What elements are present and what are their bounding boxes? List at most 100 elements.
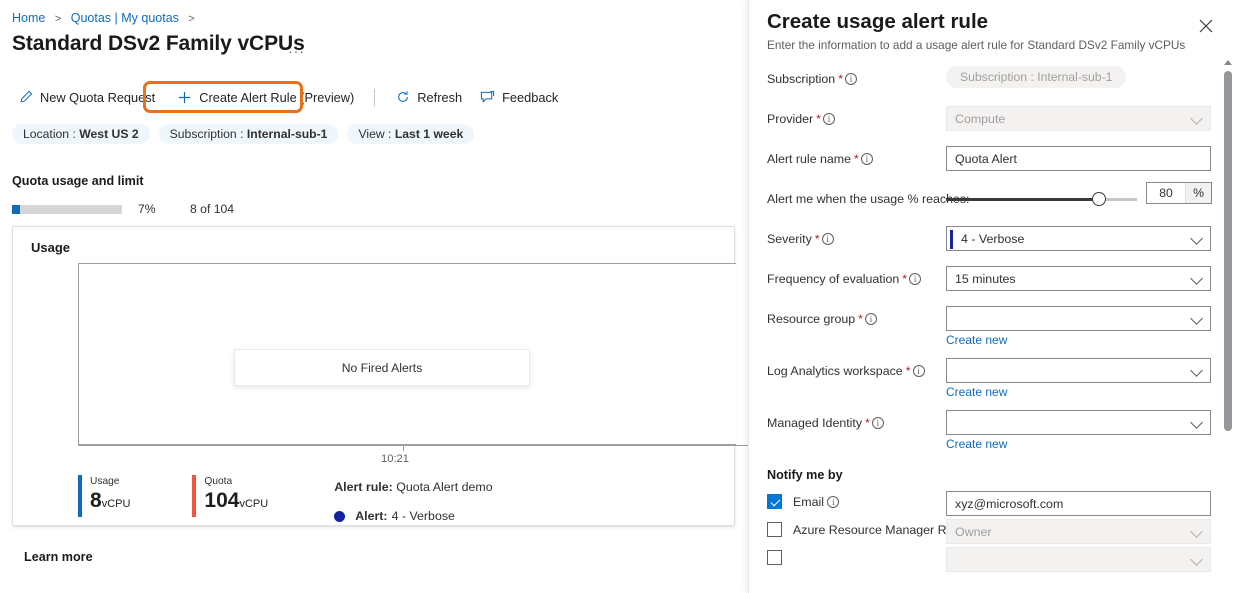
third-notify-dropdown bbox=[946, 547, 1211, 572]
scroll-up-arrow-icon[interactable] bbox=[1224, 60, 1232, 65]
refresh-icon bbox=[395, 90, 410, 105]
breadcrumb-separator-icon: > bbox=[55, 13, 61, 25]
filter-pill-view[interactable]: View : Last 1 week bbox=[347, 124, 474, 144]
legend-alert-info: Alert rule: Quota Alert demo Alert: 4 - … bbox=[334, 475, 492, 526]
quota-progress-ratio: 8 of 104 bbox=[190, 202, 234, 216]
chevron-down-icon bbox=[1190, 232, 1203, 245]
usage-card-title: Usage bbox=[31, 240, 70, 255]
slider-thumb[interactable] bbox=[1092, 192, 1106, 206]
legend-unit: vCPU bbox=[239, 498, 268, 510]
feedback-button[interactable]: Feedback bbox=[474, 86, 564, 109]
log-analytics-dropdown[interactable] bbox=[946, 358, 1211, 383]
frequency-dropdown[interactable]: 15 minutes bbox=[946, 266, 1211, 291]
field-row-frequency: Frequency of evaluation*i 15 minutes bbox=[749, 264, 1221, 304]
field-row-alert-rule-name: Alert rule name*i bbox=[749, 144, 1221, 184]
quota-usage-section-label: Quota usage and limit bbox=[12, 174, 144, 188]
provider-value: Compute bbox=[955, 112, 1005, 126]
chevron-down-icon bbox=[1190, 553, 1203, 566]
legend-color-bar bbox=[192, 475, 196, 517]
usage-threshold-slider[interactable] bbox=[946, 198, 1137, 201]
command-toolbar: New Quota Request Create Alert Rule (Pre… bbox=[12, 84, 564, 110]
plus-icon bbox=[177, 90, 192, 105]
email-input[interactable] bbox=[946, 491, 1211, 516]
field-row-severity: Severity*i 4 - Verbose bbox=[749, 224, 1221, 264]
info-icon[interactable]: i bbox=[909, 273, 921, 285]
severity-dropdown[interactable]: 4 - Verbose bbox=[946, 226, 1211, 251]
arm-role-checkbox[interactable] bbox=[767, 522, 782, 537]
third-notify-checkbox[interactable] bbox=[767, 550, 782, 565]
alert-value: 4 - Verbose bbox=[392, 506, 455, 526]
panel-scrollbar[interactable] bbox=[1221, 56, 1235, 593]
field-row-log-analytics: Log Analytics workspace*i Create new bbox=[749, 356, 1221, 408]
info-icon[interactable]: i bbox=[861, 153, 873, 165]
feedback-icon bbox=[480, 90, 495, 105]
chevron-down-icon bbox=[1190, 312, 1203, 325]
alert-rule-value: Quota Alert demo bbox=[396, 480, 492, 494]
panel-subtitle: Enter the information to add a usage ale… bbox=[767, 38, 1185, 52]
notify-third-row-clipped bbox=[749, 546, 1221, 574]
resource-group-create-new-link[interactable]: Create new bbox=[946, 333, 1007, 347]
subscription-value: Subscription : Internal-sub-1 bbox=[946, 66, 1126, 88]
managed-identity-create-new-link[interactable]: Create new bbox=[946, 437, 1007, 451]
log-analytics-create-new-link[interactable]: Create new bbox=[946, 385, 1007, 399]
usage-card: Usage 10:21 No Fired Alerts Usage 8vCPU bbox=[12, 226, 735, 526]
refresh-button[interactable]: Refresh bbox=[389, 86, 468, 109]
new-quota-request-button[interactable]: New Quota Request bbox=[12, 86, 161, 109]
arm-role-value: Owner bbox=[955, 525, 992, 539]
legend-item-quota: Quota 104vCPU bbox=[192, 475, 268, 517]
feedback-label: Feedback bbox=[502, 90, 558, 105]
legend-color-bar bbox=[78, 475, 82, 517]
legend-name: Usage bbox=[90, 475, 130, 489]
chevron-down-icon bbox=[1190, 525, 1203, 538]
required-asterisk: * bbox=[816, 112, 821, 126]
toolbar-divider bbox=[374, 89, 375, 106]
info-icon[interactable]: i bbox=[845, 73, 857, 85]
filter-pill-location[interactable]: Location : West US 2 bbox=[12, 124, 150, 144]
managed-identity-dropdown[interactable] bbox=[946, 410, 1211, 435]
info-icon[interactable]: i bbox=[872, 417, 884, 429]
required-asterisk: * bbox=[902, 272, 907, 286]
legend-unit: vCPU bbox=[102, 498, 131, 510]
scrollbar-thumb[interactable] bbox=[1224, 71, 1232, 431]
field-row-resource-group: Resource group*i Create new bbox=[749, 304, 1221, 356]
field-row-usage-threshold: Alert me when the usage % reaches: 80 % bbox=[749, 184, 1221, 224]
resource-group-label: Resource group*i bbox=[767, 312, 877, 326]
info-icon[interactable]: i bbox=[865, 313, 877, 325]
filter-value: West US 2 bbox=[79, 127, 138, 141]
refresh-label: Refresh bbox=[417, 90, 462, 105]
alert-rule-name-label: Alert rule name*i bbox=[767, 152, 873, 166]
close-icon[interactable] bbox=[1196, 16, 1216, 36]
filter-pill-subscription[interactable]: Subscription : Internal-sub-1 bbox=[159, 124, 339, 144]
more-options-icon[interactable]: ··· bbox=[288, 43, 305, 59]
create-alert-rule-button[interactable]: Create Alert Rule (Preview) bbox=[171, 86, 360, 109]
required-asterisk: * bbox=[865, 416, 870, 430]
usage-threshold-slider-wrap: 80 % bbox=[946, 189, 1211, 209]
filter-value: Last 1 week bbox=[395, 127, 463, 141]
filter-key: View : bbox=[358, 127, 391, 141]
chevron-down-icon bbox=[1190, 272, 1203, 285]
no-fired-alerts-tooltip: No Fired Alerts bbox=[234, 349, 530, 386]
filter-value: Internal-sub-1 bbox=[247, 127, 328, 141]
breadcrumb-item-quotas[interactable]: Quotas | My quotas bbox=[71, 11, 179, 25]
quota-progress-row: 7% 8 of 104 bbox=[12, 202, 234, 216]
panel-title: Create usage alert rule bbox=[767, 10, 988, 34]
create-usage-alert-rule-panel: Create usage alert rule Enter the inform… bbox=[748, 0, 1236, 593]
info-icon[interactable]: i bbox=[913, 365, 925, 377]
usage-threshold-number-box[interactable]: 80 % bbox=[1146, 182, 1212, 204]
email-checkbox[interactable] bbox=[767, 494, 782, 509]
info-icon[interactable]: i bbox=[823, 113, 835, 125]
alert-rule-name-input[interactable] bbox=[946, 146, 1211, 171]
chart-x-tick bbox=[403, 446, 404, 451]
alert-label: Alert: bbox=[355, 506, 387, 526]
info-icon[interactable]: i bbox=[827, 496, 839, 508]
alert-severity-dot-icon bbox=[334, 511, 345, 522]
usage-threshold-value: 80 bbox=[1147, 183, 1185, 203]
learn-more-heading: Learn more bbox=[24, 550, 93, 564]
breadcrumb-item-home[interactable]: Home bbox=[12, 11, 45, 25]
alert-rule-form: Subscription*i Subscription : Internal-s… bbox=[749, 64, 1221, 574]
notify-arm-role-row: Azure Resource Manager Role i Owner bbox=[749, 518, 1221, 546]
info-icon[interactable]: i bbox=[822, 233, 834, 245]
breadcrumb: Home > Quotas | My quotas > bbox=[12, 11, 201, 25]
quota-progress-fill bbox=[12, 205, 20, 214]
resource-group-dropdown[interactable] bbox=[946, 306, 1211, 331]
